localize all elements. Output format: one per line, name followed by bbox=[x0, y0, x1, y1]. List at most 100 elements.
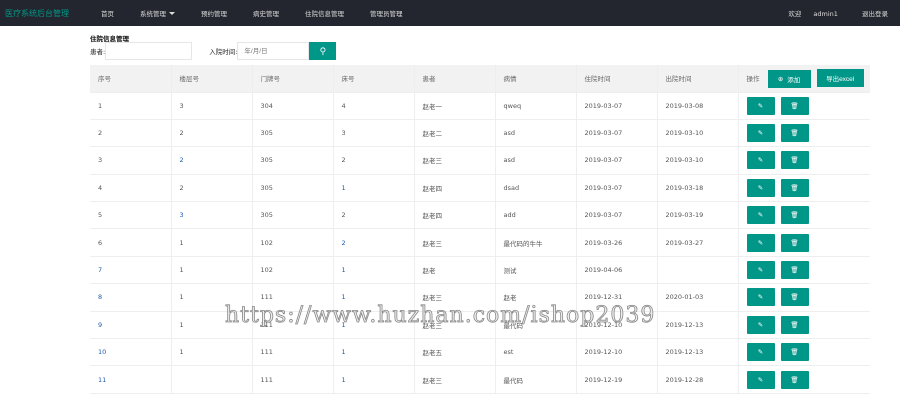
cell-bed: 1 bbox=[333, 256, 415, 285]
cell-bed: 1 bbox=[333, 365, 415, 394]
pencil-icon: ✎ bbox=[757, 321, 764, 329]
cell-admit-date: 2019-12-19 bbox=[576, 365, 658, 394]
cell-patient: 赵老 bbox=[414, 256, 496, 285]
nav-appointment[interactable]: 预约管理 bbox=[201, 8, 227, 18]
delete-button[interactable]: 🗑 bbox=[780, 315, 809, 334]
edit-button[interactable]: ✎ bbox=[746, 343, 775, 362]
trash-icon: 🗑 bbox=[790, 212, 799, 220]
cell-ops: ✎ 🗑 bbox=[738, 256, 870, 285]
cell-patient: 赵老四 bbox=[414, 174, 496, 203]
search-icon: ⚲ bbox=[319, 45, 327, 56]
edit-button[interactable]: ✎ bbox=[746, 261, 775, 280]
edit-button[interactable]: ✎ bbox=[746, 233, 775, 252]
add-button[interactable]: ⊕ 添加 bbox=[767, 69, 811, 88]
delete-button[interactable]: 🗑 bbox=[780, 178, 809, 197]
cell-discharge-date: 2019-03-19 bbox=[657, 201, 739, 230]
pencil-icon: ✎ bbox=[757, 349, 764, 357]
cell-admit-date: 2019-04-06 bbox=[576, 256, 658, 285]
col-patient: 患者 bbox=[414, 65, 496, 93]
admit-date-input[interactable] bbox=[237, 42, 310, 60]
cell-bed: 2 bbox=[333, 146, 415, 175]
cell-discharge-date: 2019-12-28 bbox=[657, 365, 739, 394]
cell-condition: asd bbox=[495, 119, 577, 148]
cell-floor: 1 bbox=[171, 256, 253, 285]
delete-button[interactable]: 🗑 bbox=[780, 343, 809, 362]
cell-bed: 2 bbox=[333, 228, 415, 257]
cell-patient: 赵老三 bbox=[414, 365, 496, 394]
edit-button[interactable]: ✎ bbox=[746, 151, 775, 170]
user-area: 欢迎 admin1 退出登录 bbox=[778, 8, 888, 18]
cell-floor: 1 bbox=[171, 338, 253, 367]
cell-index: 11 bbox=[90, 365, 172, 394]
cell-index: 1 bbox=[90, 92, 172, 120]
cell-ops: ✎ 🗑 bbox=[738, 174, 870, 203]
pencil-icon: ✎ bbox=[757, 267, 764, 275]
cell-discharge-date: 2019-03-10 bbox=[657, 146, 739, 175]
delete-button[interactable]: 🗑 bbox=[780, 96, 809, 115]
cell-discharge-date: 2019-12-13 bbox=[657, 311, 739, 340]
trash-icon: 🗑 bbox=[790, 349, 799, 357]
cell-bed: 1 bbox=[333, 283, 415, 312]
pencil-icon: ✎ bbox=[757, 157, 764, 165]
pencil-icon: ✎ bbox=[757, 294, 764, 302]
delete-button[interactable]: 🗑 bbox=[780, 288, 809, 307]
edit-button[interactable]: ✎ bbox=[746, 370, 775, 389]
cell-bed: 1 bbox=[333, 174, 415, 203]
cell-door: 305 bbox=[252, 119, 334, 148]
patient-input[interactable] bbox=[105, 42, 193, 60]
nav-admin[interactable]: 管理员管理 bbox=[370, 8, 403, 18]
cell-condition: qweq bbox=[495, 92, 577, 120]
delete-button[interactable]: 🗑 bbox=[780, 261, 809, 280]
cell-condition: 测试 bbox=[495, 256, 577, 285]
cell-discharge-date: 2019-03-18 bbox=[657, 174, 739, 203]
edit-button[interactable]: ✎ bbox=[746, 96, 775, 115]
cell-door: 111 bbox=[252, 311, 334, 340]
edit-button[interactable]: ✎ bbox=[746, 288, 775, 307]
edit-button[interactable]: ✎ bbox=[746, 315, 775, 334]
trash-icon: 🗑 bbox=[790, 130, 799, 138]
nav-inpatient[interactable]: 住院信息管理 bbox=[305, 8, 344, 18]
logout-link[interactable]: 退出登录 bbox=[862, 10, 888, 18]
edit-button[interactable]: ✎ bbox=[746, 206, 775, 225]
cell-index: 10 bbox=[90, 338, 172, 367]
nav-history[interactable]: 病史管理 bbox=[253, 8, 279, 18]
table-row: 4 2 305 1 赵老四 dsad 2019-03-07 2019-03-18 ✎ 🗑 bbox=[90, 174, 870, 203]
delete-button[interactable]: 🗑 bbox=[780, 206, 809, 225]
export-excel-button[interactable]: 导出excel bbox=[816, 68, 864, 87]
col-admit: 住院时间 bbox=[576, 65, 658, 93]
cell-index: 8 bbox=[90, 283, 172, 312]
cell-ops: ✎ 🗑 bbox=[738, 228, 870, 257]
cell-patient: 赵老二 bbox=[414, 119, 496, 148]
inpatient-table: 序号 楼层号 门牌号 床号 患者 病情 住院时间 出院时间 操作 ⊕ 添加 导出e… bbox=[90, 65, 870, 394]
delete-button[interactable]: 🗑 bbox=[780, 233, 809, 252]
table-row: 1 3 304 4 赵老一 qweq 2019-03-07 2019-03-08 ✎ 🗑 bbox=[90, 92, 870, 120]
cell-ops: ✎ 🗑 bbox=[738, 201, 870, 230]
table-row: 8 1 111 1 赵老三 赵老 2019-12-31 2020-01-03 ✎ 🗑 bbox=[90, 283, 870, 312]
edit-button[interactable]: ✎ bbox=[746, 178, 775, 197]
search-button[interactable]: ⚲ bbox=[309, 42, 337, 60]
cell-condition: add bbox=[495, 201, 577, 230]
username[interactable]: admin1 bbox=[813, 10, 838, 18]
nav-system[interactable]: 系统管理 bbox=[140, 8, 175, 18]
delete-button[interactable]: 🗑 bbox=[780, 151, 809, 170]
col-floor: 楼层号 bbox=[171, 65, 253, 93]
col-condition: 病情 bbox=[495, 65, 577, 93]
delete-button[interactable]: 🗑 bbox=[780, 370, 809, 389]
table-row: 5 3 305 2 赵老四 add 2019-03-07 2019-03-19 ✎ 🗑 bbox=[90, 201, 870, 230]
edit-button[interactable]: ✎ bbox=[746, 124, 775, 143]
cell-admit-date: 2019-12-31 bbox=[576, 283, 658, 312]
patient-label: 患者: bbox=[90, 48, 106, 56]
delete-button[interactable]: 🗑 bbox=[780, 124, 809, 143]
cell-condition: est bbox=[495, 338, 577, 367]
app-logo[interactable]: 医疗系统后台管理 bbox=[5, 8, 69, 19]
trash-icon: 🗑 bbox=[790, 376, 799, 384]
table-row: 9 1 111 1 赵老三 最代码 2019-12-10 2019-12-13 ✎ 🗑 bbox=[90, 311, 870, 340]
cell-floor: 2 bbox=[171, 146, 253, 175]
table-row: 11 111 1 赵老三 最代码 2019-12-19 2019-12-28 ✎ 🗑 bbox=[90, 365, 870, 394]
plus-circle-icon: ⊕ bbox=[777, 75, 784, 83]
cell-condition: dsad bbox=[495, 174, 577, 203]
cell-patient: 赵老三 bbox=[414, 311, 496, 340]
nav-home[interactable]: 首页 bbox=[101, 8, 114, 18]
cell-patient: 赵老三 bbox=[414, 146, 496, 175]
add-label: 添加 bbox=[787, 76, 801, 84]
